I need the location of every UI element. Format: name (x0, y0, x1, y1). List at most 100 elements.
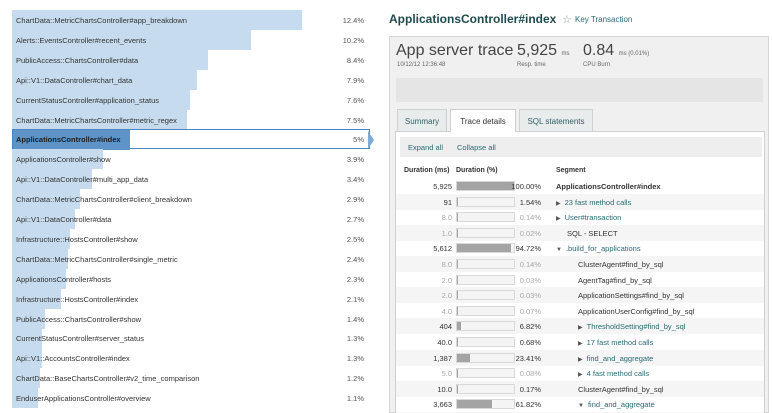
trace-segment-label: SQL - SELECT (567, 228, 618, 238)
transaction-row[interactable]: CurrentStatusController#application_stat… (12, 89, 370, 110)
collapse-all-link[interactable]: Collapse all (457, 143, 496, 152)
trace-duration-bar (456, 290, 515, 301)
transaction-row[interactable]: Api::V1::DataController#chart_data 7.9% (12, 69, 370, 90)
collapsed-triangle-icon[interactable]: ▶ (578, 356, 583, 363)
trace-duration-bar (456, 368, 515, 379)
trace-row[interactable]: 8.0 0.14% ▶ User#transaction (396, 209, 764, 225)
transaction-row[interactable]: PublicAccess::ChartsController#data 8.4% (12, 49, 370, 70)
trace-duration-ms: 5,925 (433, 182, 452, 191)
tab-sql-statements[interactable]: SQL statements (519, 109, 593, 131)
collapsed-triangle-icon[interactable]: ▶ (556, 200, 561, 207)
trace-row[interactable]: 404 6.82% ▶ ThresholdSetting#find_by_sql (396, 318, 764, 335)
trace-row[interactable]: 1.0 0.02% SQL - SELECT (396, 224, 764, 241)
trace-segment[interactable]: ▶ 17 fast method calls (578, 338, 653, 347)
transaction-row[interactable]: ChartData::MetricChartsController#app_br… (12, 10, 370, 30)
trace-row[interactable]: 2.0 0.03% ApplicationSettings#find_by_sql (396, 287, 764, 304)
trace-segment[interactable]: ▼ find_and_aggregate (578, 400, 655, 409)
trace-segment-label: 4 fast method calls (586, 369, 650, 379)
trace-row[interactable]: 3,663 61.82% ▼ find_and_aggregate (396, 396, 764, 412)
trace-duration-ms: 2.0 (441, 275, 452, 285)
transaction-row[interactable]: PublicAccess::ChartsController#show 1.4% (12, 308, 370, 329)
trace-segment[interactable]: ▼ .build_for_applications (556, 244, 641, 253)
transaction-percent: 2.5% (346, 234, 364, 244)
collapsed-triangle-icon[interactable]: ▶ (578, 371, 583, 378)
transaction-row[interactable]: EnduserApplicationsController#overview 1.… (12, 388, 370, 409)
transaction-percent: 10.2% (342, 35, 364, 45)
transaction-row[interactable]: CurrentStatusController#server_status 1.3… (12, 328, 370, 349)
transaction-row[interactable]: ChartData::BaseChartsController#v2_time_… (12, 368, 370, 389)
trace-segment-label: User#transaction (564, 213, 622, 223)
trace-row[interactable]: 5.0 0.08% ▶ 4 fast method calls (396, 365, 764, 381)
transaction-row[interactable]: Api::V1::DataController#multi_app_data 3.… (12, 169, 370, 190)
transaction-row[interactable]: ChartData::MetricChartsController#metric… (12, 109, 370, 130)
trace-row[interactable]: 8.0 0.14% ClusterAgent#find_by_sql (396, 256, 764, 272)
trace-duration-fill (457, 260, 458, 268)
key-transaction-link[interactable]: Key Transaction (575, 15, 632, 24)
transaction-row[interactable]: Alerts::EventsController#recent_events 10… (12, 29, 370, 50)
trace-segment[interactable]: ▶ User#transaction (556, 213, 621, 222)
trace-segment[interactable]: ▶ ThresholdSetting#find_by_sql (578, 322, 685, 331)
collapsed-triangle-icon[interactable]: ▶ (578, 324, 583, 331)
expanded-triangle-icon[interactable]: ▼ (578, 403, 584, 409)
tab-trace-details[interactable]: Trace details (450, 109, 516, 132)
trace-duration-ms: 404 (439, 322, 452, 332)
cpu-burn-label: CPU Burn (583, 62, 611, 68)
trace-segment-label: AgentTag#find_by_sql (578, 275, 652, 285)
trace-segment: AgentTag#find_by_sql (578, 276, 652, 285)
star-icon[interactable]: ☆ (562, 13, 572, 26)
transaction-percent: 2.4% (346, 254, 364, 264)
transaction-name: Alerts::EventsController#recent_events (16, 35, 147, 45)
trace-details-content: Expand all Collapse all Duration (ms) Du… (395, 131, 765, 413)
trace-row[interactable]: 91 1.54% ▶ 23 fast method calls (396, 193, 764, 210)
trace-duration-ms: 5,612 (433, 244, 452, 254)
transaction-name: EnduserApplicationsController#overview (16, 394, 151, 404)
expand-all-link[interactable]: Expand all (408, 143, 443, 152)
expanded-triangle-icon[interactable]: ▼ (556, 247, 562, 253)
trace-segment[interactable]: ▶ 4 fast method calls (578, 369, 649, 378)
trace-row[interactable]: 2.0 0.03% AgentTag#find_by_sql (396, 272, 764, 288)
transaction-name: Infrastructure::HostsController#show (16, 234, 138, 244)
trace-row[interactable]: 5,612 94.72% ▼ .build_for_applications (396, 240, 764, 256)
trace-duration-ms: 40.0 (437, 338, 452, 347)
tab-summary[interactable]: Summary (397, 109, 447, 131)
trace-header: App server trace 10/12/12 12:36:48 5,925… (390, 37, 768, 77)
trace-duration-pct: 0.17% (519, 384, 541, 394)
transaction-row[interactable]: ApplicationsController#hosts 2.3% (12, 268, 370, 289)
trace-duration-pct: 61.82% (515, 400, 541, 410)
detail-title-row: ApplicationsController#index ☆ Key Trans… (389, 12, 769, 28)
transaction-percent: 2.9% (346, 195, 364, 205)
trace-segment-label: .build_for_applications (565, 244, 641, 254)
cpu-burn-value: 0.84 ms (0.01%) (583, 42, 649, 60)
trace-duration-ms: 1,387 (433, 353, 452, 363)
trace-duration-fill (457, 213, 458, 222)
trace-duration-bar (456, 383, 515, 394)
collapsed-triangle-icon[interactable]: ▶ (578, 340, 583, 347)
transaction-percent: 12.4% (342, 16, 364, 25)
trace-segment: SQL - SELECT (567, 229, 618, 238)
trace-row[interactable]: 1,387 23.41% ▶ find_and_aggregate (396, 349, 764, 366)
trace-row[interactable]: 10.0 0.17% ClusterAgent#find_by_sql (396, 380, 764, 397)
trace-duration-ms: 1.0 (441, 228, 452, 238)
transaction-row[interactable]: ApplicationsController#index 5% (12, 129, 370, 151)
trace-row[interactable]: 4.0 0.07% ApplicationUserConfig#find_by_sq… (396, 303, 764, 319)
trace-duration-bar (456, 196, 515, 207)
transaction-percent: 7.9% (346, 75, 364, 85)
trace-row[interactable]: 40.0 0.68% ▶ 17 fast method calls (396, 334, 764, 350)
trace-segment[interactable]: ▶ 23 fast method calls (556, 198, 631, 207)
trace-duration-fill (457, 275, 458, 284)
transaction-row[interactable]: ApplicationsController#show 3.9% (12, 149, 370, 170)
trace-row[interactable]: 5,925 100.00% ApplicationsController#index (396, 178, 764, 194)
transaction-row[interactable]: Infrastructure::HostsController#show 2.5% (12, 228, 370, 249)
transaction-row[interactable]: Infrastructure::HostsController#index 2.1… (12, 288, 370, 309)
transaction-row[interactable]: Api::V1::AccountsController#index 1.3% (12, 348, 370, 369)
transaction-percent: 1.4% (346, 314, 364, 324)
trace-duration-pct: 0.68% (519, 338, 541, 347)
trace-segment[interactable]: ▶ find_and_aggregate (578, 354, 653, 363)
transaction-name: ChartData::MetricChartsController#client… (16, 195, 192, 205)
collapsed-triangle-icon[interactable]: ▶ (556, 215, 561, 222)
transaction-row[interactable]: Api::V1::DataController#data 2.7% (12, 209, 370, 229)
transaction-row[interactable]: ChartData::MetricChartsController#single… (12, 248, 370, 269)
trace-segment: ClusterAgent#find_by_sql (578, 385, 663, 394)
transaction-row[interactable]: ChartData::MetricChartsController#client… (12, 189, 370, 210)
trace-segment-label: find_and_aggregate (587, 400, 655, 410)
